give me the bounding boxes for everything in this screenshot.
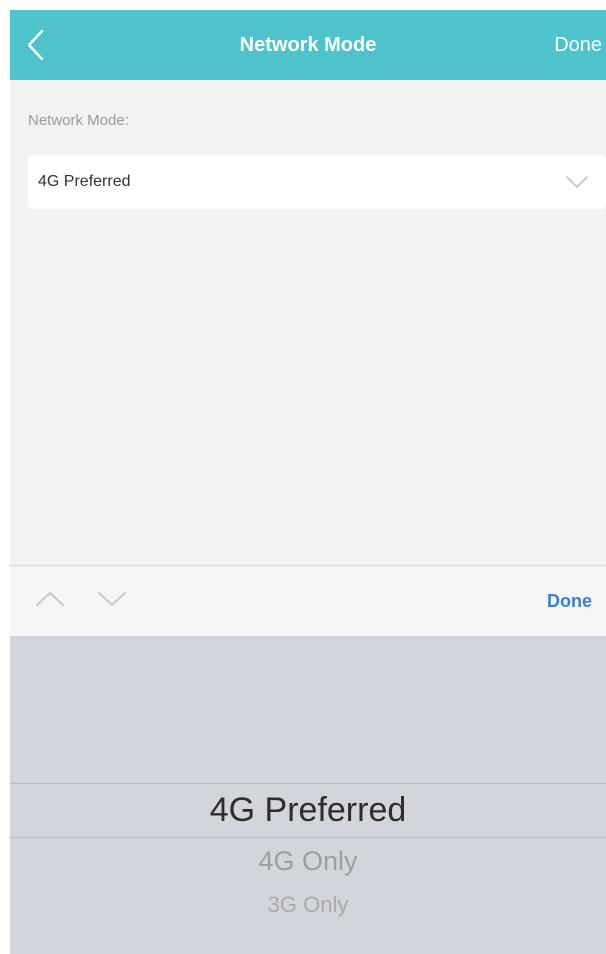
network-mode-label: Network Mode: <box>28 112 129 129</box>
picker-option-selected[interactable]: 4G Preferred <box>10 788 606 832</box>
network-mode-picker[interactable]: 4G Preferred 4G Only 3G Only <box>10 636 606 954</box>
app-screen: Network Mode Done Network Mode: 4G Prefe… <box>10 10 606 954</box>
nav-header: Network Mode Done <box>10 10 606 80</box>
page-title: Network Mode <box>239 34 377 56</box>
chevron-up-icon[interactable] <box>34 588 66 610</box>
network-mode-value: 4G Preferred <box>38 173 131 190</box>
picker-selection-line <box>10 837 606 838</box>
picker-option[interactable]: 3G Only <box>10 890 606 920</box>
picker-option[interactable]: 4G Only <box>10 843 606 879</box>
toolbar-done-button[interactable]: Done <box>547 566 592 636</box>
picker-toolbar: Done <box>10 565 606 636</box>
network-mode-select[interactable]: 4G Preferred <box>28 155 606 209</box>
picker-selection-line <box>10 783 606 784</box>
chevron-down-icon[interactable] <box>96 588 128 610</box>
header-done-button[interactable]: Done <box>554 10 602 80</box>
chevron-down-icon <box>566 176 588 188</box>
